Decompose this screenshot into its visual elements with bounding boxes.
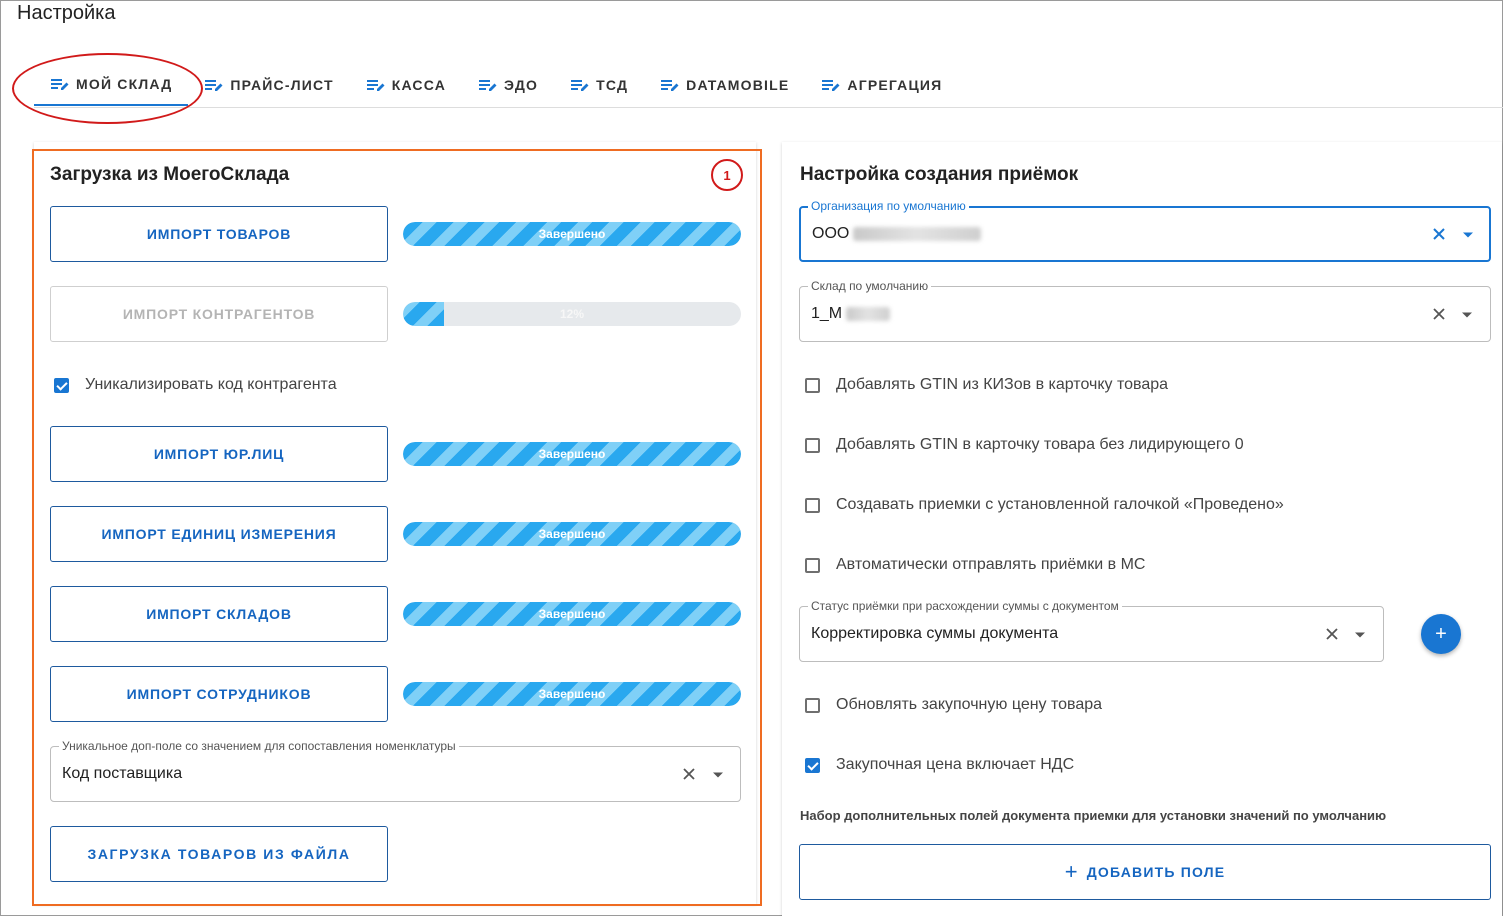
field-legend: Склад по умолчанию	[808, 279, 932, 293]
edit-list-icon	[51, 79, 69, 90]
default-warehouse-select[interactable]: Склад по умолчанию 1_М	[799, 279, 1491, 342]
import-units-button[interactable]: ИМПОРТ ЕДИНИЦ ИЗМЕРЕНИЯ	[50, 506, 388, 562]
unique-code-checkbox-row[interactable]: Уникализировать код контрагента	[54, 376, 337, 394]
auto-send-receipts-row[interactable]: Автоматически отправлять приёмки в МС	[805, 556, 1145, 574]
page-title: Настройка	[17, 2, 116, 24]
tab-price-list[interactable]: ПРАЙС-ЛИСТ	[188, 64, 349, 106]
import-employees-progress: Завершено	[403, 682, 741, 706]
import-counterparties-button[interactable]: ИМПОРТ КОНТРАГЕНТОВ	[50, 286, 388, 342]
import-counterparties-progress: 12%	[403, 302, 741, 326]
tab-moy-sklad[interactable]: МОЙ СКЛАД	[34, 64, 189, 106]
tab-label: АГРЕГАЦИЯ	[847, 77, 943, 93]
field-legend: Организация по умолчанию	[808, 199, 969, 213]
load-from-file-button[interactable]: ЗАГРУЗКА ТОВАРОВ ИЗ ФАЙЛА	[50, 826, 388, 882]
tab-datamobile[interactable]: DATAMOBILE	[644, 64, 805, 106]
chevron-down-icon[interactable]	[1463, 232, 1473, 238]
chevron-down-icon[interactable]	[1355, 632, 1365, 638]
edit-list-icon	[571, 80, 589, 91]
warehouse-value: 1_М	[811, 305, 843, 322]
progress-status: Завершено	[538, 527, 606, 541]
tab-label: ТСД	[596, 77, 629, 93]
plus-icon: +	[1064, 859, 1079, 884]
progress-status: Завершено	[538, 607, 606, 621]
update-purchase-price-row[interactable]: Обновлять закупочную цену товара	[805, 696, 1102, 714]
tab-label: DATAMOBILE	[686, 77, 790, 93]
edit-list-icon	[479, 80, 497, 91]
import-section-title: Загрузка из МоегоСклада	[50, 164, 290, 185]
unique-code-checkbox[interactable]	[54, 377, 69, 393]
progress-status: Завершено	[538, 447, 606, 461]
clear-icon[interactable]	[1429, 224, 1449, 244]
import-employees-button[interactable]: ИМПОРТ СОТРУДНИКОВ	[50, 666, 388, 722]
tab-bar: МОЙ СКЛАД ПРАЙС-ЛИСТ КАССА ЭДО ТСД DATAM…	[34, 64, 958, 108]
field-value: 1_М	[811, 305, 891, 323]
org-value: ООО	[812, 225, 850, 242]
tab-label: ПРАЙС-ЛИСТ	[230, 77, 334, 93]
receipt-section-title: Настройка создания приёмок	[800, 164, 1079, 185]
add-field-button[interactable]: + ДОБАВИТЬ ПОЛЕ	[799, 844, 1491, 900]
tab-aggregation[interactable]: АГРЕГАЦИЯ	[805, 64, 958, 106]
checkbox-label: Закупочная цена включает НДС	[836, 756, 1075, 773]
add-status-button[interactable]: +	[1421, 614, 1461, 654]
import-units-progress: Завершено	[403, 522, 741, 546]
progress-status: Завершено	[538, 227, 606, 241]
gtin-no-leading-zero-checkbox[interactable]	[805, 437, 820, 453]
field-value: Код поставщика	[62, 765, 183, 782]
add-field-label: ДОБАВИТЬ ПОЛЕ	[1086, 864, 1226, 880]
price-includes-vat-checkbox[interactable]	[805, 757, 820, 773]
checkbox-label: Добавлять GTIN в карточку товара без лид…	[836, 436, 1244, 453]
checkbox-label: Добавлять GTIN из КИЗов в карточку товар…	[836, 376, 1169, 393]
field-legend: Статус приёмки при расхождении суммы с д…	[808, 599, 1122, 613]
default-organization-select[interactable]: Организация по умолчанию ООО	[799, 199, 1491, 262]
clear-icon[interactable]	[1429, 304, 1449, 324]
checkbox-label: Создавать приемки с установленной галочк…	[836, 496, 1284, 513]
price-includes-vat-row[interactable]: Закупочная цена включает НДС	[805, 756, 1074, 774]
import-legal-entities-button[interactable]: ИМПОРТ ЮР.ЛИЦ	[50, 426, 388, 482]
clear-icon[interactable]	[1322, 624, 1342, 644]
tab-label: ЭДО	[504, 77, 539, 93]
tab-label: КАССА	[391, 77, 447, 93]
import-legal-entities-progress: Завершено	[403, 442, 741, 466]
field-legend: Уникальное доп-поле со значением для соп…	[59, 739, 459, 753]
checkbox-label: Автоматически отправлять приёмки в МС	[836, 556, 1146, 573]
checkbox-label: Уникализировать код контрагента	[85, 376, 337, 393]
tabs-divider	[34, 107, 1503, 108]
import-products-button[interactable]: ИМПОРТ ТОВАРОВ	[50, 206, 388, 262]
tab-tsd[interactable]: ТСД	[554, 64, 644, 106]
auto-send-receipts-checkbox[interactable]	[805, 557, 820, 573]
field-value: ООО	[812, 225, 982, 243]
edit-list-icon	[366, 80, 385, 91]
chevron-down-icon[interactable]	[1462, 312, 1472, 318]
field-value: Корректировка суммы документа	[811, 625, 1059, 642]
checkbox-label: Обновлять закупочную цену товара	[836, 696, 1103, 713]
import-warehouses-progress: Завершено	[403, 602, 741, 626]
mismatch-status-select[interactable]: Статус приёмки при расхождении суммы с д…	[799, 599, 1384, 662]
gtin-no-leading-zero-row[interactable]: Добавлять GTIN в карточку товара без лид…	[805, 436, 1244, 454]
match-field-select[interactable]: Уникальное доп-поле со значением для соп…	[50, 739, 741, 802]
edit-list-icon	[205, 80, 223, 91]
tab-edo[interactable]: ЭДО	[462, 64, 554, 106]
redacted-text	[846, 307, 891, 321]
redacted-text	[853, 227, 982, 241]
edit-list-icon	[661, 80, 679, 91]
gtin-from-kiz-checkbox[interactable]	[805, 377, 820, 393]
edit-list-icon	[822, 80, 840, 91]
progress-status: Завершено	[538, 687, 606, 701]
chevron-down-icon[interactable]	[713, 772, 723, 778]
update-purchase-price-checkbox[interactable]	[805, 697, 820, 713]
annotation-badge: 1	[711, 159, 743, 191]
gtin-from-kiz-row[interactable]: Добавлять GTIN из КИЗов в карточку товар…	[805, 376, 1168, 394]
import-products-progress: Завершено	[403, 222, 741, 246]
posted-receipts-checkbox[interactable]	[805, 497, 820, 513]
clear-icon[interactable]	[679, 764, 699, 784]
extra-fields-note: Набор дополнительных полей документа при…	[800, 808, 1387, 823]
progress-status: 12%	[559, 307, 585, 321]
tab-kassa[interactable]: КАССА	[350, 64, 462, 106]
tab-label: МОЙ СКЛАД	[76, 76, 173, 92]
import-warehouses-button[interactable]: ИМПОРТ СКЛАДОВ	[50, 586, 388, 642]
posted-receipts-row[interactable]: Создавать приемки с установленной галочк…	[805, 496, 1284, 514]
